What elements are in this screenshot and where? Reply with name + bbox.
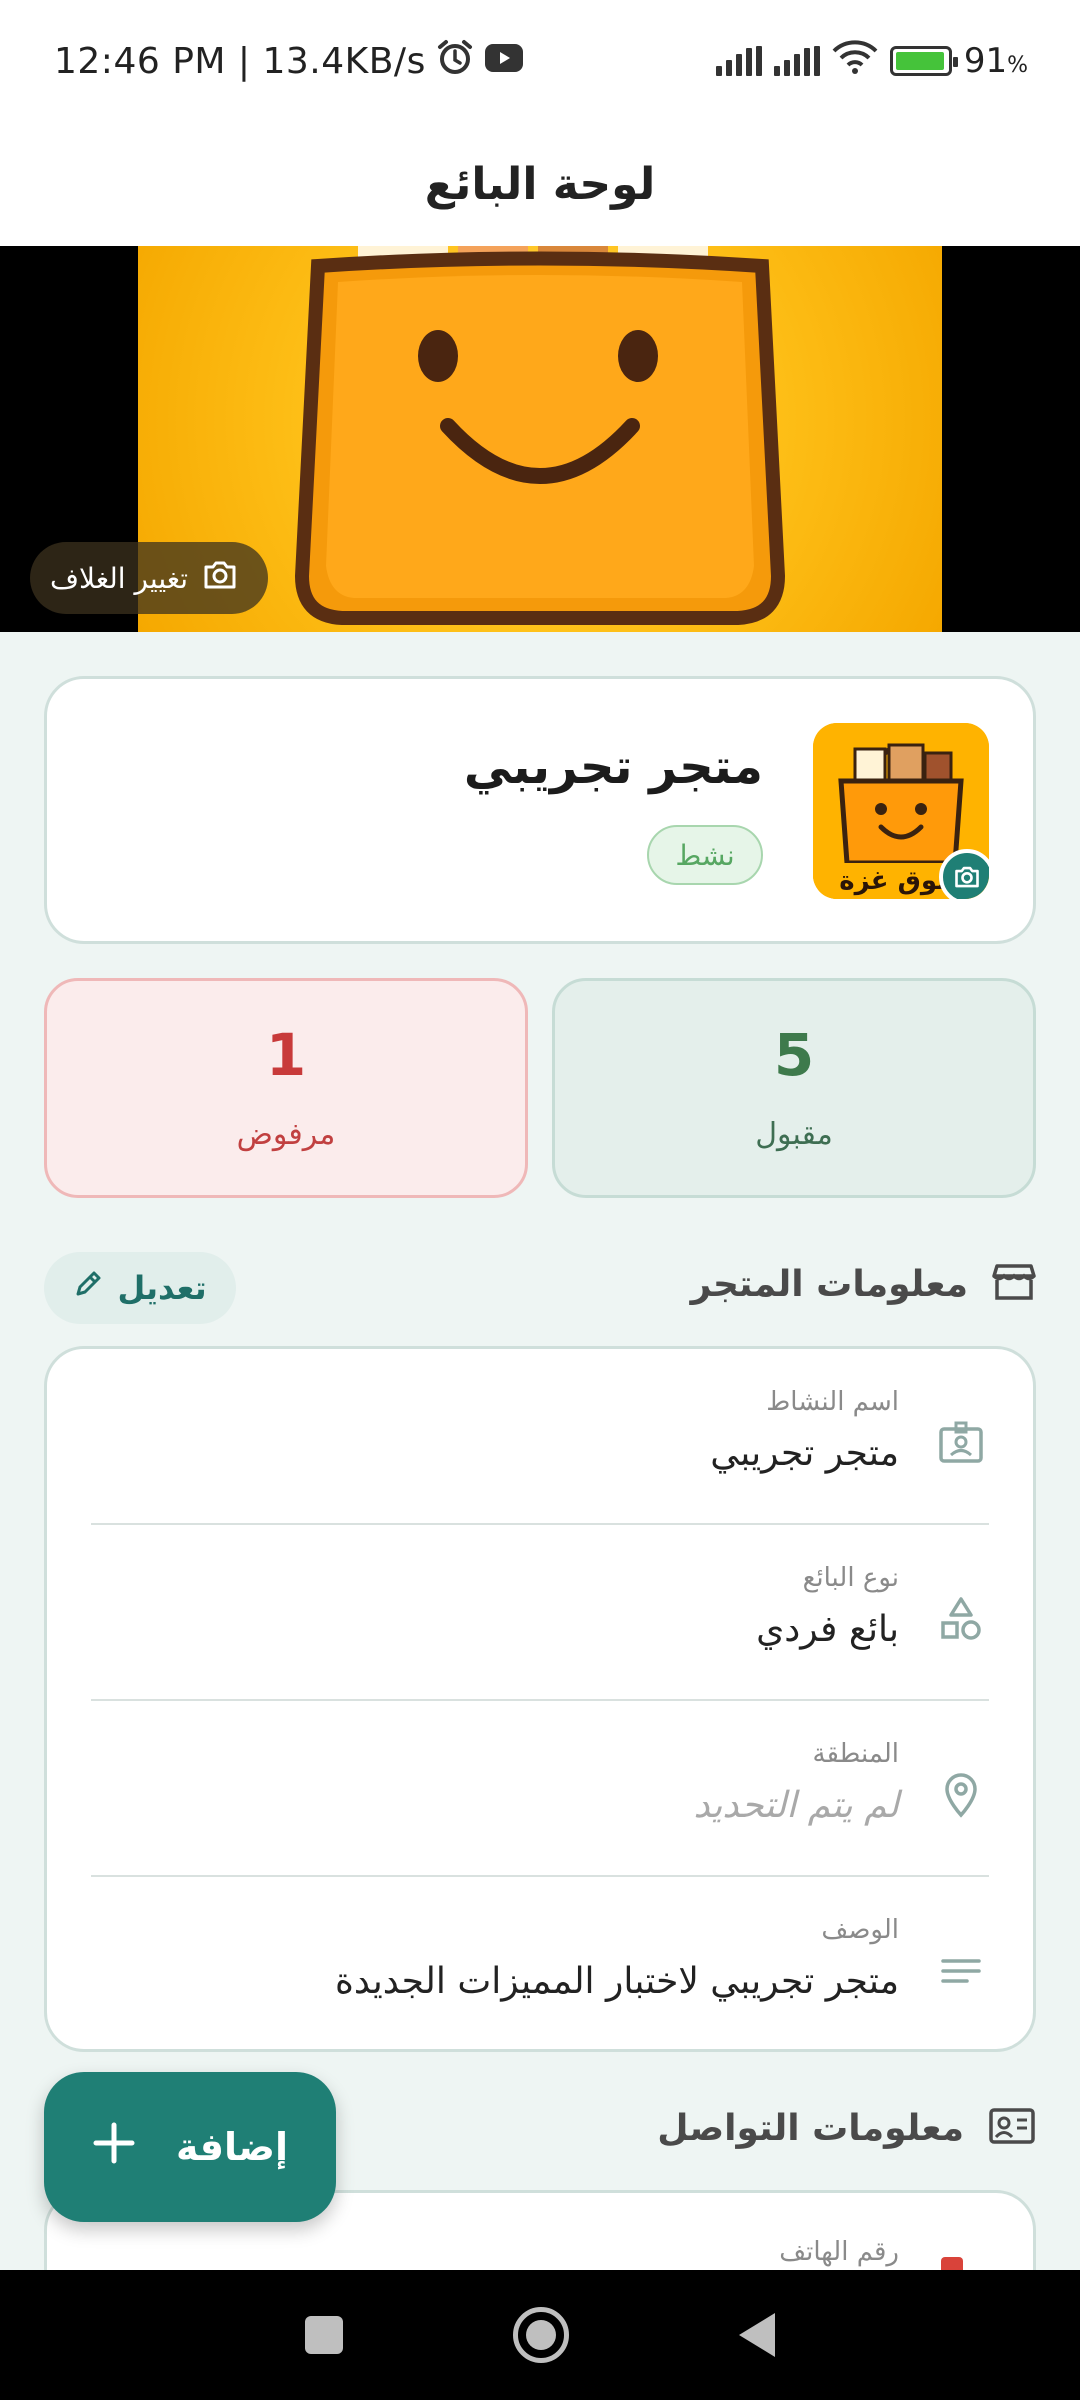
info-row-region: المنطقة لم يتم التحديد [91, 1701, 989, 1877]
store-info-card: اسم النشاط متجر تجريبي نوع البائع بائع ف… [44, 1346, 1036, 2052]
id-card-icon [933, 1415, 989, 1471]
shapes-icon [933, 1591, 989, 1647]
field-label: اسم النشاط [766, 1387, 899, 1417]
store-info-header: معلومات المتجر [691, 1262, 1036, 1306]
app-header: لوحة البائع [0, 122, 1080, 246]
field-value: متجر تجريبي لاختبار المميزات الجديدة [335, 1961, 899, 2002]
field-value: لم يتم التحديد [693, 1785, 899, 1826]
cover-image: تغيير الغلاف [0, 246, 1080, 632]
info-row-business-name: اسم النشاط متجر تجريبي [91, 1349, 989, 1525]
system-nav-bar [0, 2270, 1080, 2400]
store-card: سوق غزة متجر تجريبي نشط [44, 676, 1036, 944]
back-button[interactable] [739, 2313, 775, 2357]
battery-level: 91% [964, 41, 1028, 81]
change-cover-button[interactable]: تغيير الغلاف [30, 542, 269, 614]
accepted-stat-card[interactable]: 5 مقبول [552, 978, 1036, 1198]
edit-label: تعديل [117, 1269, 207, 1307]
field-label: الوصف [821, 1915, 899, 1945]
contact-info-title: معلومات التواصل [657, 2107, 964, 2149]
location-pin-icon [933, 1767, 989, 1823]
phone-label: رقم الهاتف [779, 2237, 899, 2267]
rejected-label: مرفوض [236, 1117, 336, 1152]
store-name: متجر تجريبي [463, 739, 763, 795]
contact-info-header: معلومات التواصل [657, 2106, 1036, 2150]
status-badge: نشط [647, 825, 763, 885]
change-cover-label: تغيير الغلاف [50, 561, 189, 595]
add-button[interactable]: إضافة [44, 2072, 336, 2222]
signal-icon-2 [773, 46, 820, 76]
edit-button[interactable]: تعديل [44, 1252, 236, 1324]
recents-button[interactable] [305, 2316, 343, 2354]
battery-percent-sign: % [1007, 53, 1028, 78]
accepted-count: 5 [773, 1021, 815, 1089]
change-logo-camera-icon[interactable] [939, 849, 989, 899]
signal-icon [715, 46, 762, 76]
battery-percent: 91 [963, 41, 1008, 81]
battery-icon [889, 46, 958, 76]
page-title: لوحة البائع [424, 158, 656, 210]
camera-icon [202, 559, 238, 598]
rejected-stat-card[interactable]: 1 مرفوض [44, 978, 528, 1198]
field-label: نوع البائع [802, 1563, 899, 1593]
store-info-title: معلومات المتجر [690, 1263, 968, 1305]
accepted-label: مقبول [755, 1117, 833, 1152]
notes-icon [933, 1943, 989, 1999]
store-icon [992, 1262, 1036, 1306]
add-label: إضافة [176, 2125, 288, 2169]
status-time: 12:46 PM | 13.4KB/s [54, 40, 426, 82]
screen: 12:46 PM | 13.4KB/s 91% لوحة البائع تغيي… [0, 0, 1080, 2400]
status-right: 91% [715, 39, 1028, 83]
pencil-icon [73, 1269, 103, 1307]
rejected-count: 1 [265, 1021, 307, 1089]
status-left: 12:46 PM | 13.4KB/s [54, 38, 524, 85]
home-button[interactable] [513, 2307, 569, 2363]
alarm-icon [436, 38, 474, 85]
wifi-icon [832, 39, 878, 83]
contact-card-icon [988, 2106, 1036, 2150]
plus-icon [92, 2121, 136, 2174]
info-row-seller-type: نوع البائع بائع فردي [91, 1525, 989, 1701]
info-row-description: الوصف متجر تجريبي لاختبار المميزات الجدي… [91, 1877, 989, 2053]
status-bar: 12:46 PM | 13.4KB/s 91% [0, 0, 1080, 122]
store-logo[interactable]: سوق غزة [813, 723, 989, 899]
field-value: بائع فردي [756, 1609, 899, 1650]
field-value: متجر تجريبي [710, 1433, 899, 1474]
youtube-icon [484, 41, 524, 82]
field-label: المنطقة [812, 1739, 899, 1769]
